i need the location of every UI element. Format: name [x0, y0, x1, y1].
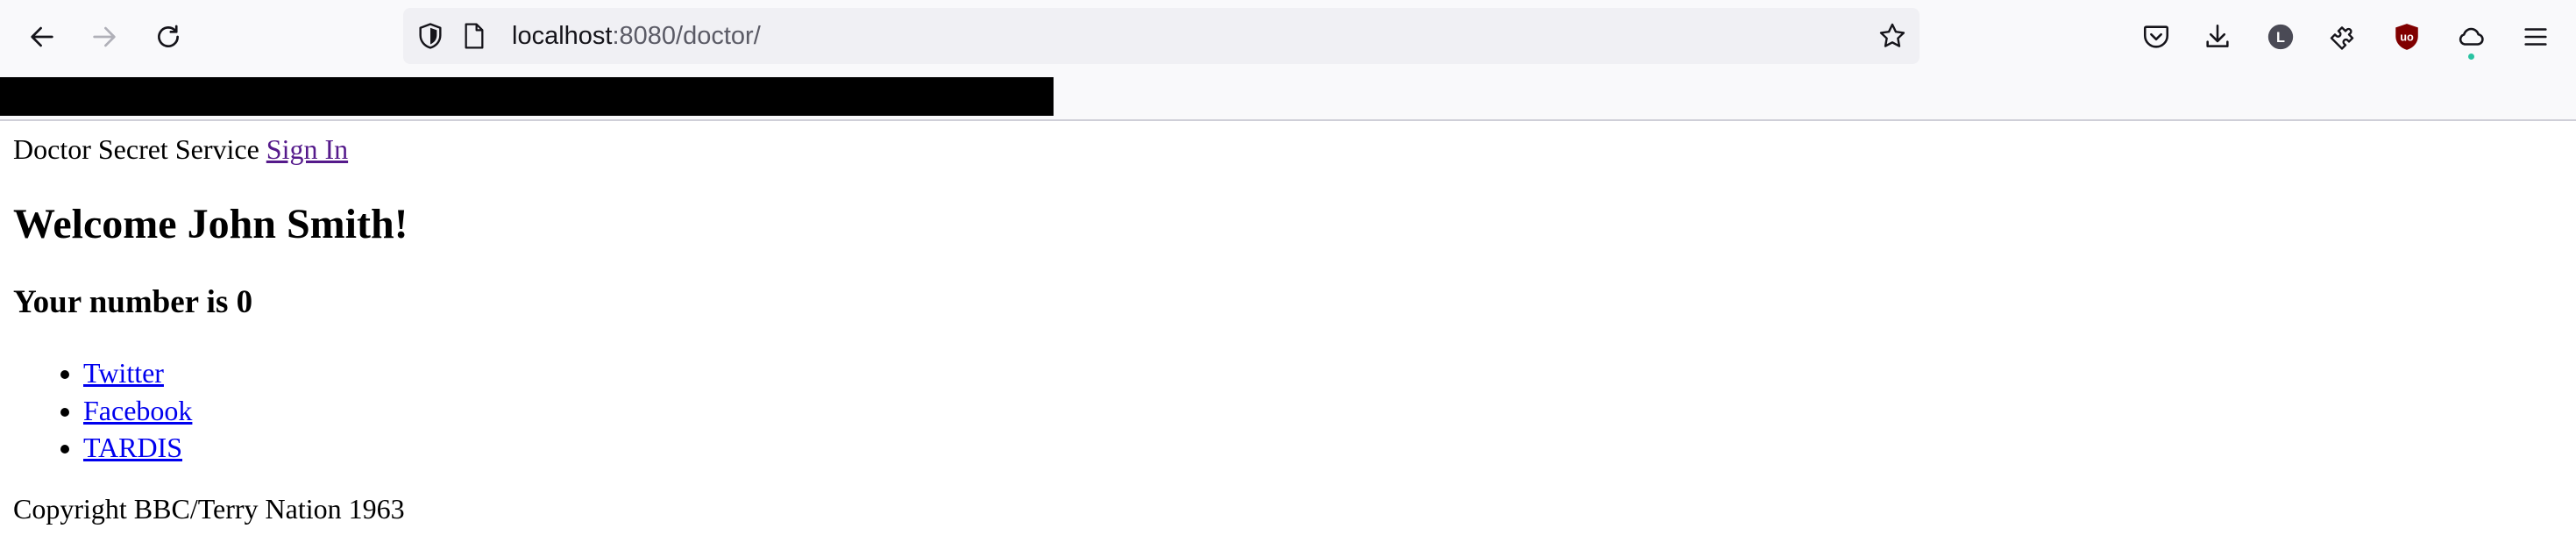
reload-icon [158, 25, 179, 47]
copyright-footer: Copyright BBC/Terry Nation 1963 [13, 493, 405, 525]
extensions-button[interactable] [2324, 18, 2363, 56]
arrow-right-icon [93, 26, 116, 47]
sync-button[interactable] [2452, 18, 2490, 56]
url-path: :8080/doctor/ [612, 22, 761, 50]
account-avatar-icon: L [2267, 24, 2294, 50]
back-button[interactable] [21, 16, 63, 58]
sync-status-dot [2468, 54, 2474, 60]
cloud-sync-icon [2459, 27, 2484, 46]
browser-toolbar: localhost:8080/doctor/ L uo [0, 0, 2576, 74]
downloads-button[interactable] [2198, 18, 2237, 56]
bookmarks-toolbar [0, 74, 2576, 121]
sign-in-link[interactable]: Sign In [266, 133, 348, 165]
social-links-list: Twitter Facebook TARDIS [0, 354, 192, 467]
forward-button[interactable] [83, 16, 125, 58]
ublock-shield-icon: uo [2395, 24, 2418, 50]
bookmark-star-icon[interactable] [1877, 21, 1907, 51]
page-content: Doctor Secret Service Sign In Welcome Jo… [0, 121, 2576, 550]
twitter-link[interactable]: Twitter [83, 357, 164, 389]
tardis-link[interactable]: TARDIS [83, 432, 182, 463]
list-item-tardis: TARDIS [83, 429, 192, 467]
reload-button[interactable] [147, 16, 189, 58]
ublock-origin-button[interactable]: uo [2388, 18, 2426, 56]
tracking-protection-shield-icon[interactable] [415, 21, 445, 51]
facebook-link[interactable]: Facebook [83, 395, 192, 426]
pocket-icon [2143, 25, 2169, 48]
arrow-left-icon [31, 26, 53, 47]
app-menu-button[interactable] [2516, 18, 2555, 56]
account-button[interactable]: L [2261, 18, 2300, 56]
url-text[interactable]: localhost:8080/doctor/ [512, 8, 761, 64]
welcome-heading: Welcome John Smith! [13, 201, 408, 247]
list-item-twitter: Twitter [83, 354, 192, 392]
page-info-icon[interactable] [461, 22, 487, 50]
site-name: Doctor Secret Service [13, 133, 259, 165]
ublock-label: uo [2400, 30, 2414, 43]
url-host: localhost [512, 22, 613, 50]
address-bar[interactable]: localhost:8080/doctor/ [403, 8, 1920, 64]
redacted-bookmarks [0, 77, 1054, 116]
account-initial: L [2276, 30, 2285, 46]
hamburger-menu-icon [2524, 28, 2547, 46]
download-icon [2206, 24, 2229, 47]
list-item-facebook: Facebook [83, 392, 192, 430]
number-heading: Your number is 0 [13, 284, 253, 320]
pocket-button[interactable] [2137, 18, 2175, 56]
puzzle-icon [2330, 26, 2354, 50]
site-header: Doctor Secret Service Sign In [13, 132, 348, 167]
